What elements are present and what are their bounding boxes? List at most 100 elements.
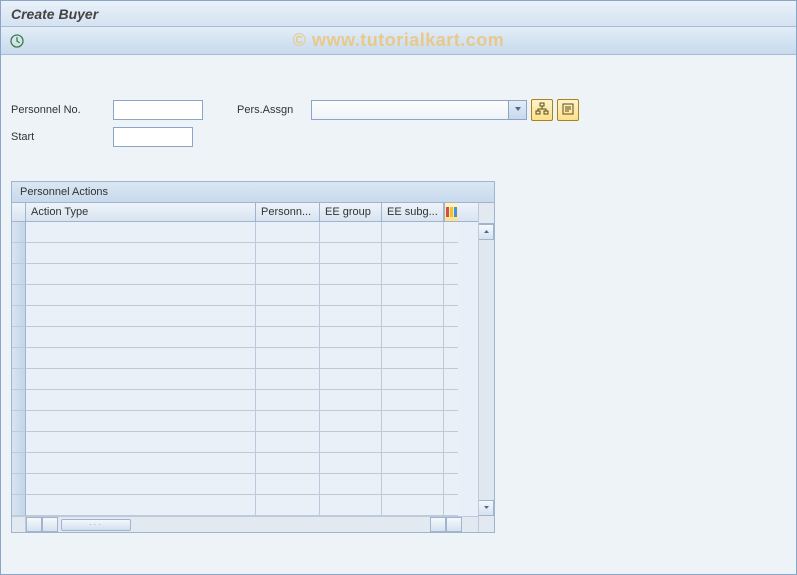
cell[interactable] (382, 264, 444, 285)
v-scroll-track[interactable] (479, 240, 494, 500)
cell[interactable] (26, 243, 256, 264)
cell[interactable] (256, 264, 320, 285)
row-selector[interactable] (12, 369, 26, 390)
cell[interactable] (26, 348, 256, 369)
cell[interactable] (26, 432, 256, 453)
cell[interactable] (256, 453, 320, 474)
table-row[interactable] (12, 432, 478, 453)
cell[interactable] (26, 327, 256, 348)
scroll-left-button[interactable] (26, 517, 42, 532)
cell[interactable] (26, 390, 256, 411)
cell[interactable] (382, 453, 444, 474)
personnel-no-input[interactable] (113, 100, 203, 120)
cell[interactable] (320, 285, 382, 306)
cell[interactable] (382, 411, 444, 432)
cell[interactable] (320, 306, 382, 327)
cell[interactable] (320, 495, 382, 516)
scroll-left-button-2[interactable] (430, 517, 446, 532)
cell[interactable] (382, 495, 444, 516)
cell[interactable] (256, 327, 320, 348)
cell[interactable] (26, 474, 256, 495)
cell[interactable] (256, 222, 320, 243)
cell[interactable] (320, 222, 382, 243)
cell[interactable] (256, 474, 320, 495)
row-selector[interactable] (12, 285, 26, 306)
cell[interactable] (26, 285, 256, 306)
col-ee-group[interactable]: EE group (320, 203, 382, 221)
cell[interactable] (320, 369, 382, 390)
cell[interactable] (320, 474, 382, 495)
cell[interactable] (320, 243, 382, 264)
table-row[interactable] (12, 306, 478, 327)
row-selector[interactable] (12, 390, 26, 411)
cell[interactable] (256, 390, 320, 411)
cell[interactable] (256, 243, 320, 264)
table-row[interactable] (12, 411, 478, 432)
scroll-down-button[interactable] (479, 500, 494, 516)
cell[interactable] (26, 222, 256, 243)
cell[interactable] (26, 453, 256, 474)
table-row[interactable] (12, 348, 478, 369)
table-row[interactable] (12, 222, 478, 243)
col-action-type[interactable]: Action Type (26, 203, 256, 221)
scroll-right-button-1[interactable] (42, 517, 58, 532)
pers-assgn-dropdown[interactable] (311, 100, 527, 120)
cell[interactable] (320, 348, 382, 369)
row-selector[interactable] (12, 348, 26, 369)
row-selector[interactable] (12, 222, 26, 243)
cell[interactable] (256, 411, 320, 432)
table-config-button[interactable] (444, 203, 458, 221)
scroll-up-button[interactable] (479, 224, 494, 240)
table-row[interactable] (12, 264, 478, 285)
col-personnel[interactable]: Personn... (256, 203, 320, 221)
display-details-button[interactable] (557, 99, 579, 121)
cell[interactable] (382, 306, 444, 327)
cell[interactable] (382, 369, 444, 390)
cell[interactable] (382, 474, 444, 495)
cell[interactable] (256, 369, 320, 390)
dropdown-button[interactable] (508, 101, 526, 119)
table-row[interactable] (12, 453, 478, 474)
cell[interactable] (26, 411, 256, 432)
cell[interactable] (26, 495, 256, 516)
cell[interactable] (382, 222, 444, 243)
cell[interactable] (26, 264, 256, 285)
cell[interactable] (382, 432, 444, 453)
table-row[interactable] (12, 285, 478, 306)
table-row[interactable] (12, 390, 478, 411)
org-assignment-button[interactable] (531, 99, 553, 121)
cell[interactable] (320, 264, 382, 285)
row-selector[interactable] (12, 495, 26, 516)
cell[interactable] (382, 327, 444, 348)
table-row[interactable] (12, 327, 478, 348)
cell[interactable] (382, 390, 444, 411)
start-input[interactable] (113, 127, 193, 147)
cell[interactable] (382, 285, 444, 306)
row-selector[interactable] (12, 432, 26, 453)
cell[interactable] (320, 411, 382, 432)
row-selector[interactable] (12, 306, 26, 327)
cell[interactable] (256, 306, 320, 327)
execute-button[interactable] (7, 31, 27, 51)
table-row[interactable] (12, 495, 478, 516)
table-row[interactable] (12, 243, 478, 264)
row-selector[interactable] (12, 264, 26, 285)
cell[interactable] (26, 369, 256, 390)
cell[interactable] (382, 243, 444, 264)
cell[interactable] (382, 348, 444, 369)
select-all-corner[interactable] (12, 203, 26, 221)
h-scroll-thumb[interactable]: ··· (61, 519, 131, 531)
cell[interactable] (256, 432, 320, 453)
h-scroll-track-left[interactable]: ··· (58, 517, 288, 532)
scroll-right-button-2[interactable] (446, 517, 462, 532)
row-selector[interactable] (12, 327, 26, 348)
cell[interactable] (320, 432, 382, 453)
row-selector[interactable] (12, 453, 26, 474)
cell[interactable] (26, 306, 256, 327)
col-ee-subgroup[interactable]: EE subg... (382, 203, 444, 221)
cell[interactable] (320, 453, 382, 474)
table-row[interactable] (12, 369, 478, 390)
cell[interactable] (320, 327, 382, 348)
cell[interactable] (256, 285, 320, 306)
h-scroll-track[interactable] (288, 517, 430, 532)
